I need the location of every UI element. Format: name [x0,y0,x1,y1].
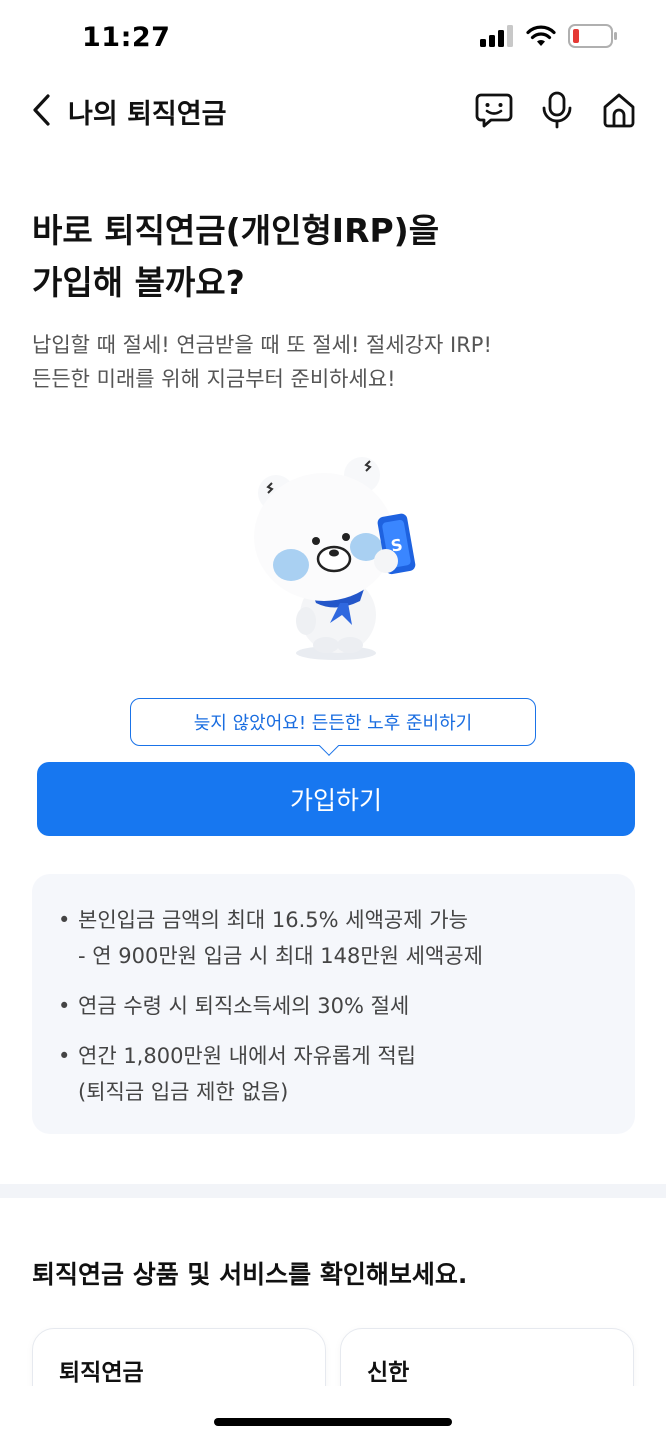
status-indicators [480,24,618,48]
benefit-box: • 본인입금 금액의 최대 16.5% 세액공제 가능 - 연 900만원 입금… [32,874,635,1134]
voice-button[interactable] [537,90,577,130]
benefit-item: • 본인입금 금액의 최대 16.5% 세액공제 가능 - 연 900만원 입금… [58,902,609,974]
service-card-label: 신한 [367,1360,410,1386]
home-button[interactable] [599,90,639,130]
section-divider [0,1184,666,1198]
back-arrow-icon [33,94,50,126]
signal-icon [480,25,513,47]
page-title: 나의 퇴직연금 [68,99,227,130]
benefit-item: • 연간 1,800만원 내에서 자유롭게 적립 (퇴직금 입금 제한 없음) [58,1038,609,1110]
hero-desc-line1: 납입할 때 절세! 연금받을 때 또 절세! 절세강자 IRP! [32,333,492,357]
home-indicator[interactable] [214,1418,452,1426]
hero-title: 바로 퇴직연금(개인형IRP)을 가입해 볼까요? [32,205,632,309]
status-time: 11:27 [82,22,171,53]
bottom-safe-area [0,1386,666,1440]
hero-title-line2: 가입해 볼까요? [32,263,245,302]
hero-description: 납입할 때 절세! 연금받을 때 또 절세! 절세강자 IRP! 든든한 미래를… [32,328,642,396]
service-card-label: 퇴직연금 [59,1360,144,1386]
bullet: • [58,1044,71,1068]
hero-desc-line2: 든든한 미래를 위해 지금부터 준비하세요! [32,367,396,391]
hero-title-line1: 바로 퇴직연금(개인형IRP)을 [32,211,440,250]
bullet: • [58,994,71,1018]
benefit-line: 연금 수령 시 퇴직소득세의 30% 절세 [78,994,410,1018]
status-bar: 11:27 [0,0,666,80]
microphone-icon [542,91,572,129]
nav-bar: 나의 퇴직연금 [0,80,666,142]
bullet: • [58,908,71,932]
join-button[interactable]: 가입하기 [37,762,635,836]
battery-icon [568,24,617,48]
promo-tooltip: 늦지 않았어요! 든든한 노후 준비하기 [130,698,536,746]
bear-mascot-illustration: S [254,457,416,660]
promo-tooltip-text: 늦지 않았어요! 든든한 노후 준비하기 [193,713,473,734]
chat-button[interactable] [474,90,514,130]
wifi-icon [526,25,556,46]
home-icon [603,93,635,128]
benefit-line: 본인입금 금액의 최대 16.5% 세액공제 가능 [78,908,468,932]
benefit-sub-line: - 연 900만원 입금 시 최대 148만원 세액공제 [78,944,483,968]
benefit-item: • 연금 수령 시 퇴직소득세의 30% 절세 [58,988,609,1024]
back-button[interactable] [24,92,60,128]
benefit-line: 연간 1,800만원 내에서 자유롭게 적립 [78,1044,416,1068]
benefit-sub-line: (퇴직금 입금 제한 없음) [78,1080,289,1104]
chat-icon [475,93,513,128]
services-section-title: 퇴직연금 상품 및 서비스를 확인해보세요. [32,1260,468,1289]
